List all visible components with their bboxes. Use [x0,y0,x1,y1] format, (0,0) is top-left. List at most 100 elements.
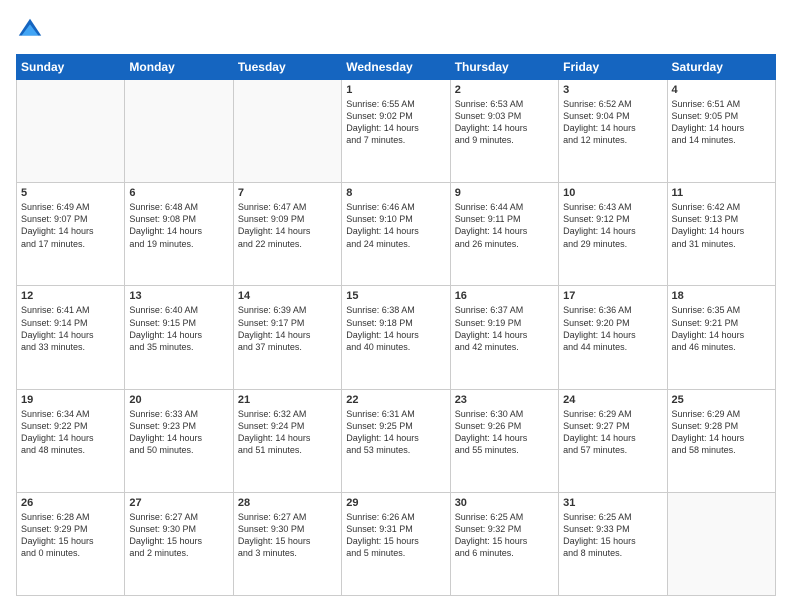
day-number: 8 [346,187,445,199]
day-number: 13 [129,290,228,302]
calendar-cell: 25 Sunrise: 6:29 AM Sunset: 9:28 PM Dayli… [667,389,775,492]
calendar-cell: 1 Sunrise: 6:55 AM Sunset: 9:02 PM Daylig… [342,80,450,183]
day-info: Sunrise: 6:39 AM Sunset: 9:17 PM Dayligh… [238,304,337,353]
calendar-cell: 7 Sunrise: 6:47 AM Sunset: 9:09 PM Daylig… [233,183,341,286]
day-info: Sunrise: 6:53 AM Sunset: 9:03 PM Dayligh… [455,98,554,147]
day-number: 25 [672,394,771,406]
day-number: 1 [346,84,445,96]
day-number: 6 [129,187,228,199]
day-number: 20 [129,394,228,406]
day-header-friday: Friday [559,55,667,80]
day-info: Sunrise: 6:28 AM Sunset: 9:29 PM Dayligh… [21,511,120,560]
page: SundayMondayTuesdayWednesdayThursdayFrid… [0,0,792,612]
calendar-cell: 17 Sunrise: 6:36 AM Sunset: 9:20 PM Dayli… [559,286,667,389]
day-info: Sunrise: 6:31 AM Sunset: 9:25 PM Dayligh… [346,408,445,457]
day-info: Sunrise: 6:40 AM Sunset: 9:15 PM Dayligh… [129,304,228,353]
day-number: 27 [129,497,228,509]
day-number: 11 [672,187,771,199]
calendar-cell: 19 Sunrise: 6:34 AM Sunset: 9:22 PM Dayli… [17,389,125,492]
day-info: Sunrise: 6:51 AM Sunset: 9:05 PM Dayligh… [672,98,771,147]
calendar-cell: 27 Sunrise: 6:27 AM Sunset: 9:30 PM Dayli… [125,492,233,595]
calendar-cell [667,492,775,595]
day-info: Sunrise: 6:27 AM Sunset: 9:30 PM Dayligh… [129,511,228,560]
day-header-wednesday: Wednesday [342,55,450,80]
day-number: 31 [563,497,662,509]
calendar-cell: 31Sunrise: 6:25 AM Sunset: 9:33 PM Dayli… [559,492,667,595]
day-info: Sunrise: 6:43 AM Sunset: 9:12 PM Dayligh… [563,201,662,250]
calendar-cell: 10 Sunrise: 6:43 AM Sunset: 9:12 PM Dayli… [559,183,667,286]
day-info: Sunrise: 6:29 AM Sunset: 9:28 PM Dayligh… [672,408,771,457]
day-header-saturday: Saturday [667,55,775,80]
day-number: 7 [238,187,337,199]
day-info: Sunrise: 6:33 AM Sunset: 9:23 PM Dayligh… [129,408,228,457]
calendar-cell: 29Sunrise: 6:26 AM Sunset: 9:31 PM Dayli… [342,492,450,595]
day-info: Sunrise: 6:35 AM Sunset: 9:21 PM Dayligh… [672,304,771,353]
calendar-cell: 2Sunrise: 6:53 AM Sunset: 9:03 PM Daylig… [450,80,558,183]
day-header-tuesday: Tuesday [233,55,341,80]
day-number: 29 [346,497,445,509]
logo [16,16,48,44]
day-info: Sunrise: 6:47 AM Sunset: 9:09 PM Dayligh… [238,201,337,250]
day-info: Sunrise: 6:32 AM Sunset: 9:24 PM Dayligh… [238,408,337,457]
day-info: Sunrise: 6:49 AM Sunset: 9:07 PM Dayligh… [21,201,120,250]
calendar-cell: 4 Sunrise: 6:51 AM Sunset: 9:05 PM Daylig… [667,80,775,183]
day-number: 19 [21,394,120,406]
week-row-2: 12 Sunrise: 6:41 AM Sunset: 9:14 PM Dayli… [17,286,776,389]
calendar-cell [233,80,341,183]
calendar-cell: 9 Sunrise: 6:44 AM Sunset: 9:11 PM Daylig… [450,183,558,286]
day-info: Sunrise: 6:38 AM Sunset: 9:18 PM Dayligh… [346,304,445,353]
calendar-cell: 30 Sunrise: 6:25 AM Sunset: 9:32 PM Dayli… [450,492,558,595]
day-number: 5 [21,187,120,199]
calendar-cell: 16 Sunrise: 6:37 AM Sunset: 9:19 PM Dayli… [450,286,558,389]
day-number: 12 [21,290,120,302]
header-row: SundayMondayTuesdayWednesdayThursdayFrid… [17,55,776,80]
day-number: 28 [238,497,337,509]
day-number: 22 [346,394,445,406]
calendar-cell: 24Sunrise: 6:29 AM Sunset: 9:27 PM Dayli… [559,389,667,492]
day-header-monday: Monday [125,55,233,80]
calendar-cell: 3 Sunrise: 6:52 AM Sunset: 9:04 PM Daylig… [559,80,667,183]
day-number: 23 [455,394,554,406]
calendar-cell: 26 Sunrise: 6:28 AM Sunset: 9:29 PM Dayli… [17,492,125,595]
calendar-cell: 13 Sunrise: 6:40 AM Sunset: 9:15 PM Dayli… [125,286,233,389]
calendar-cell: 6 Sunrise: 6:48 AM Sunset: 9:08 PM Daylig… [125,183,233,286]
week-row-4: 26 Sunrise: 6:28 AM Sunset: 9:29 PM Dayli… [17,492,776,595]
day-info: Sunrise: 6:52 AM Sunset: 9:04 PM Dayligh… [563,98,662,147]
day-number: 30 [455,497,554,509]
day-info: Sunrise: 6:41 AM Sunset: 9:14 PM Dayligh… [21,304,120,353]
day-number: 9 [455,187,554,199]
header [16,16,776,44]
day-info: Sunrise: 6:30 AM Sunset: 9:26 PM Dayligh… [455,408,554,457]
day-info: Sunrise: 6:25 AM Sunset: 9:32 PM Dayligh… [455,511,554,560]
day-header-sunday: Sunday [17,55,125,80]
day-info: Sunrise: 6:46 AM Sunset: 9:10 PM Dayligh… [346,201,445,250]
calendar-cell: 11 Sunrise: 6:42 AM Sunset: 9:13 PM Dayli… [667,183,775,286]
week-row-1: 5 Sunrise: 6:49 AM Sunset: 9:07 PM Daylig… [17,183,776,286]
day-info: Sunrise: 6:37 AM Sunset: 9:19 PM Dayligh… [455,304,554,353]
day-number: 10 [563,187,662,199]
day-info: Sunrise: 6:55 AM Sunset: 9:02 PM Dayligh… [346,98,445,147]
day-info: Sunrise: 6:48 AM Sunset: 9:08 PM Dayligh… [129,201,228,250]
calendar-cell: 21 Sunrise: 6:32 AM Sunset: 9:24 PM Dayli… [233,389,341,492]
day-number: 21 [238,394,337,406]
day-number: 3 [563,84,662,96]
day-info: Sunrise: 6:29 AM Sunset: 9:27 PM Dayligh… [563,408,662,457]
day-number: 26 [21,497,120,509]
day-number: 16 [455,290,554,302]
day-info: Sunrise: 6:36 AM Sunset: 9:20 PM Dayligh… [563,304,662,353]
calendar: SundayMondayTuesdayWednesdayThursdayFrid… [16,54,776,596]
calendar-cell: 28 Sunrise: 6:27 AM Sunset: 9:30 PM Dayli… [233,492,341,595]
day-info: Sunrise: 6:42 AM Sunset: 9:13 PM Dayligh… [672,201,771,250]
logo-icon [16,16,44,44]
day-header-thursday: Thursday [450,55,558,80]
calendar-cell: 12 Sunrise: 6:41 AM Sunset: 9:14 PM Dayli… [17,286,125,389]
calendar-cell: 15Sunrise: 6:38 AM Sunset: 9:18 PM Dayli… [342,286,450,389]
day-number: 17 [563,290,662,302]
day-number: 4 [672,84,771,96]
day-info: Sunrise: 6:44 AM Sunset: 9:11 PM Dayligh… [455,201,554,250]
calendar-cell: 8 Sunrise: 6:46 AM Sunset: 9:10 PM Daylig… [342,183,450,286]
day-info: Sunrise: 6:27 AM Sunset: 9:30 PM Dayligh… [238,511,337,560]
calendar-cell: 14Sunrise: 6:39 AM Sunset: 9:17 PM Dayli… [233,286,341,389]
day-info: Sunrise: 6:34 AM Sunset: 9:22 PM Dayligh… [21,408,120,457]
calendar-cell: 20 Sunrise: 6:33 AM Sunset: 9:23 PM Dayli… [125,389,233,492]
